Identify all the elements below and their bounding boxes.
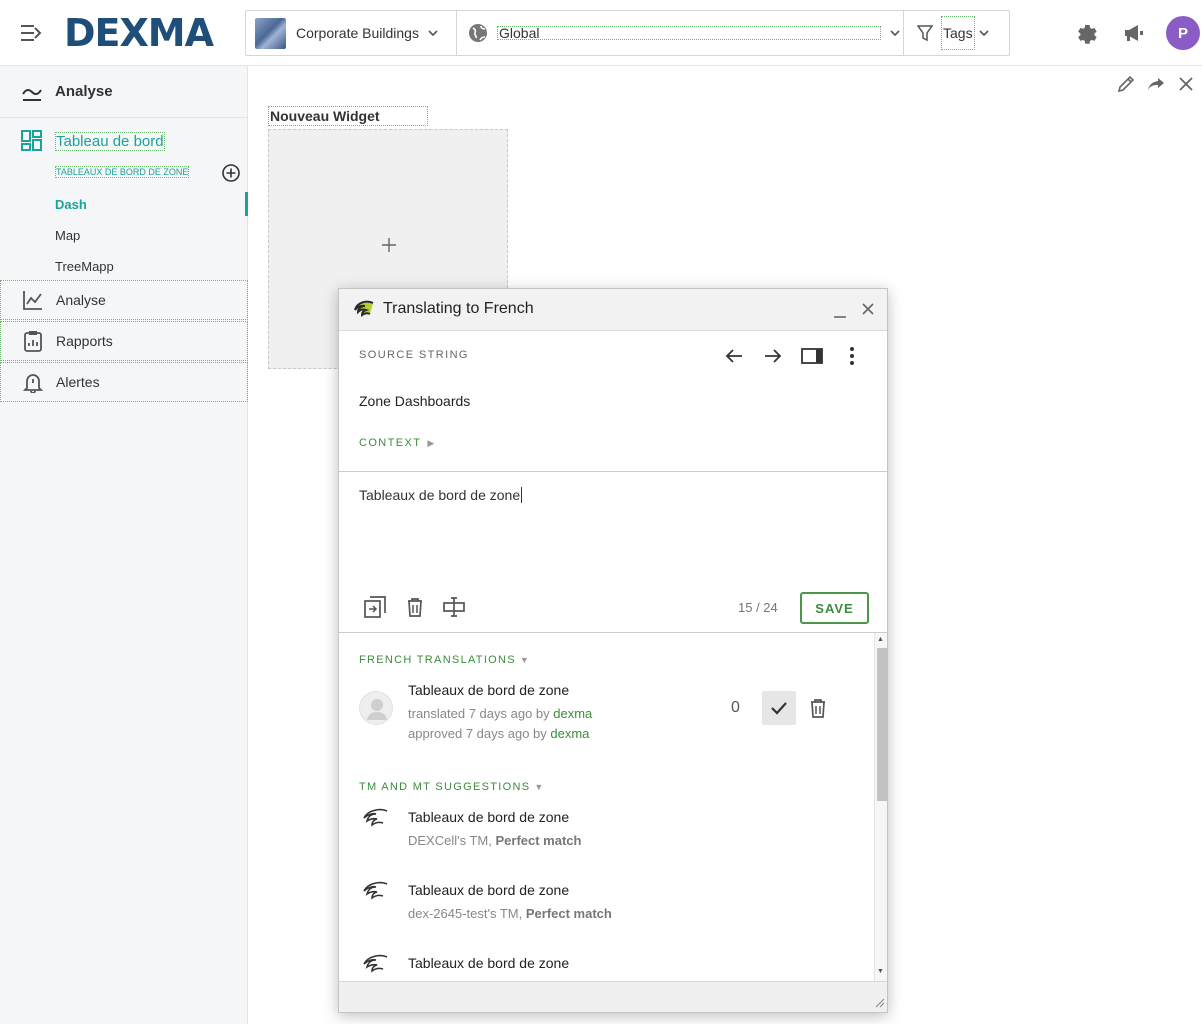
scrollbar[interactable]: ▲ ▼ [874,633,887,981]
zone-dashboards-label[interactable]: TABLEAUX DE BORD DE ZONE [55,166,190,178]
top-bar: DEXMA Corporate Buildings Global Tags P [0,0,1202,66]
suggestion-source: DEXCell's TM, Perfect match [408,833,582,848]
vote-count: 0 [731,699,740,716]
tags-label: Tags [941,16,975,50]
french-translations-toggle[interactable]: FRENCH TRANSLATIONS ▼ [359,654,529,666]
sidebar-subitem-dash[interactable]: Dash [55,197,87,212]
dialog-header[interactable]: Translating to French [339,289,887,331]
sidebar-item-label: Rapports [56,333,113,349]
translation-dialog: Translating to French SOURCE STRING Zone… [338,288,888,1013]
scroll-up-arrow-icon[interactable]: ▲ [877,636,884,643]
scroll-down-arrow-icon[interactable]: ▼ [877,968,884,975]
tm-logo-icon [363,881,388,900]
french-translations-label: FRENCH TRANSLATIONS [359,654,516,666]
globe-icon [469,24,487,42]
tm-logo-icon [363,954,388,973]
more-vertical-icon[interactable] [841,345,863,367]
scope-selector-label: Global [497,26,881,40]
chevron-down-icon [890,30,900,37]
context-selector: Corporate Buildings Global Tags [245,10,1010,56]
menu-toggle-icon[interactable] [20,22,44,44]
trash-icon[interactable] [404,596,426,618]
minimize-icon[interactable] [832,303,848,319]
plus-icon[interactable] [381,237,397,253]
user-avatar[interactable]: P [1166,16,1200,50]
sidebar-item-alertes[interactable]: Alertes [0,362,248,402]
suggestions-toggle[interactable]: TM AND MT SUGGESTIONS ▼ [359,781,543,793]
sidebar-analyse-header[interactable]: Analyse [0,66,248,118]
copy-source-icon[interactable] [364,596,386,618]
analytics-wave-icon [22,88,42,101]
approved-meta: approved 7 days ago by dexma [408,726,590,741]
existing-translation-text: Tableaux de bord de zone [408,682,570,698]
widget-title[interactable]: Nouveau Widget [268,106,428,126]
resize-grip-icon[interactable] [875,998,885,1008]
sidebar-item-dashboard[interactable]: Tableau de bord [0,126,248,156]
chevron-down-icon [979,30,989,37]
scroll-thumb[interactable] [877,648,887,801]
suggestions-label: TM AND MT SUGGESTIONS [359,781,531,793]
sidebar-item-rapports[interactable]: Rapports [0,321,248,361]
sidebar-section-title: Analyse [55,83,113,100]
scope-selector[interactable]: Global [457,11,904,55]
approver-link[interactable]: dexma [550,726,589,741]
location-selector[interactable]: Corporate Buildings [246,11,457,55]
translated-meta: translated 7 days ago by dexma [408,706,593,721]
chevron-down-icon [428,30,438,37]
caret-down-icon: ▼ [519,655,529,665]
dialog-footer [339,981,887,1012]
translation-editor[interactable]: Tableaux de bord de zone 15 / 24 SAVE [339,471,887,633]
check-icon [771,702,787,715]
translations-panel: FRENCH TRANSLATIONS ▼ Tableaux de bord de… [339,633,887,981]
dashboard-title: Tableau de bord [55,132,165,151]
user-silhouette-icon [367,699,387,720]
chart-line-icon [23,291,42,310]
sidebar-item-analyse[interactable]: Analyse [0,280,248,320]
suggestion-text[interactable]: Tableaux de bord de zone [408,809,569,825]
caret-right-icon: ▶ [427,438,435,448]
translator-avatar [359,691,393,725]
delete-translation-icon[interactable] [808,698,828,718]
building-thumbnail [255,17,286,49]
megaphone-icon[interactable] [1122,21,1146,45]
source-string: Zone Dashboards [359,393,471,409]
text-cursor-box-icon[interactable] [443,596,465,618]
crowdin-logo-icon [354,300,374,317]
translation-input[interactable]: Tableaux de bord de zone [359,487,523,503]
close-icon[interactable] [1176,74,1196,94]
side-panel-icon[interactable] [801,345,823,367]
sidebar-item-label: Alertes [56,374,100,390]
sidebar: Analyse Tableau de bord TABLEAUX DE BORD… [0,66,248,1024]
sidebar-item-label: Analyse [56,292,106,308]
sidebar-subitem-map[interactable]: Map [55,228,80,243]
dialog-close-icon[interactable] [860,301,876,317]
clipboard-icon [24,331,42,352]
add-circle-icon[interactable] [221,163,241,183]
dashboard-grid-icon [21,130,42,151]
edit-pencil-icon[interactable] [1116,74,1136,94]
arrow-right-icon[interactable] [762,345,784,367]
suggestion-source: dex-2645-test's TM, Perfect match [408,906,612,921]
approve-button[interactable] [762,691,796,725]
bell-icon [22,374,44,393]
suggestion-text[interactable]: Tableaux de bord de zone [408,955,569,971]
source-string-label: SOURCE STRING [359,349,469,361]
arrow-left-icon[interactable] [723,345,745,367]
dialog-title: Translating to French [383,300,534,317]
filter-icon [917,25,933,42]
context-toggle[interactable]: CONTEXT ▶ [359,437,434,449]
suggestion-text[interactable]: Tableaux de bord de zone [408,882,569,898]
save-button[interactable]: SAVE [800,592,869,624]
dexma-logo[interactable]: DEXMA [64,13,214,53]
share-icon[interactable] [1146,74,1166,94]
translator-link[interactable]: dexma [553,706,592,721]
location-selector-label: Corporate Buildings [296,25,419,41]
gear-icon[interactable] [1074,21,1098,45]
tags-filter[interactable]: Tags [904,11,1009,55]
caret-down-icon: ▼ [534,782,544,792]
context-label: CONTEXT [359,437,422,449]
sidebar-subitem-treemapp[interactable]: TreeMapp [55,259,114,274]
character-count: 15 / 24 [738,600,778,615]
tm-logo-icon [363,808,388,827]
